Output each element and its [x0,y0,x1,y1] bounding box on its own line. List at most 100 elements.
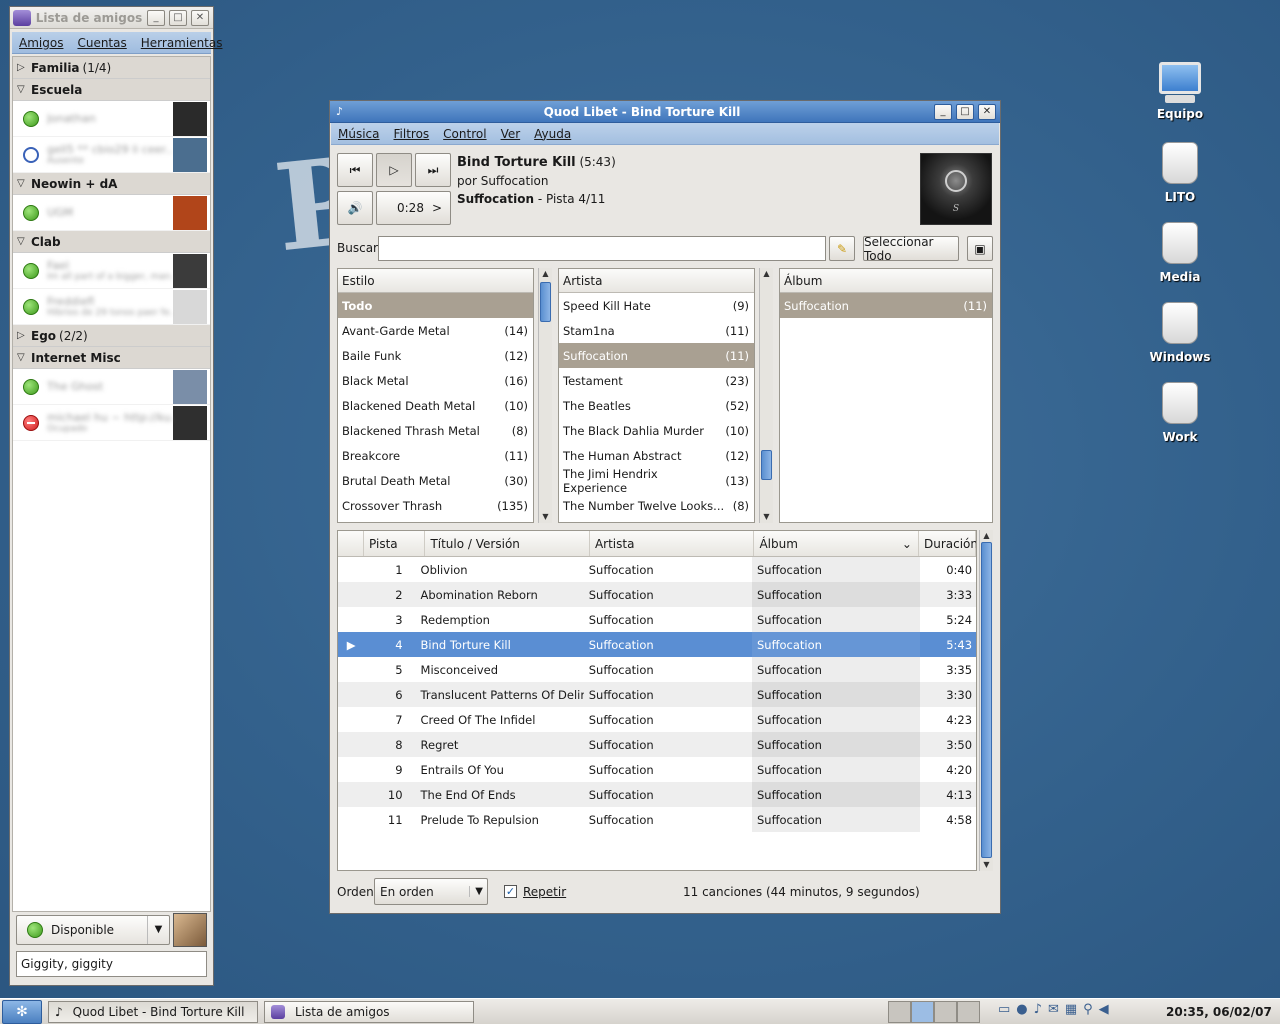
column-header[interactable]: Pista [364,531,426,556]
buddy-list-titlebar[interactable]: Lista de amigos _ □ ✕ [10,7,213,29]
scroll-thumb[interactable] [761,450,772,480]
expander-open-icon[interactable]: ▽ [17,84,31,95]
desktop-icon-lito[interactable]: LITO [1145,142,1215,204]
song-row[interactable]: 5 Misconceived Suffocation Suffocation 3:35 [338,657,976,682]
own-avatar[interactable] [173,913,207,947]
volume-icon[interactable]: ◀ [1099,1002,1109,1017]
group-header[interactable]: ▽ Clab [13,231,210,253]
search-icon[interactable]: ⚲ [1083,1002,1093,1017]
play-button[interactable]: ▷ [376,153,412,187]
scroll-up-icon[interactable]: ▲ [539,268,552,280]
desktop-icon-windows[interactable]: Windows [1145,302,1215,364]
buddy-item[interactable]: gell5 ** cbio29 li ceer... Ausente [13,137,210,173]
minimize-button[interactable]: _ [147,9,165,26]
order-select[interactable]: En orden ▼ [374,878,488,905]
genre-item[interactable]: Blackened Death Metal (10) [338,393,533,418]
scroll-down-icon[interactable]: ▼ [760,511,773,523]
menu-item[interactable]: Control [436,127,493,141]
group-header[interactable]: ▽ Neowin + dA [13,173,210,195]
scroll-up-icon[interactable]: ▲ [760,268,773,280]
column-header[interactable]: Artista [590,531,755,556]
expander-open-icon[interactable]: ▽ [17,236,31,247]
clear-search-button[interactable]: ✎ [829,236,855,261]
group-header[interactable]: ▽ Internet Misc [13,347,210,369]
task-buddy-list[interactable]: Lista de amigos [264,1000,474,1023]
minimize-button[interactable]: _ [934,103,952,120]
song-row[interactable]: 11 Prelude To Repulsion Suffocation Suffoca… [338,807,976,832]
maximize-button[interactable]: □ [956,103,974,120]
close-button[interactable]: ✕ [978,103,996,120]
song-row[interactable]: 9 Entrails Of You Suffocation Suffocation 4:… [338,757,976,782]
column-header[interactable]: Duración [919,531,976,556]
search-input[interactable] [378,236,826,261]
song-row[interactable]: 3 Redemption Suffocation Suffocation 5:24 [338,607,976,632]
artist-item[interactable]: Suffocation (11) [559,343,754,368]
artist-item[interactable]: The Jimi Hendrix Experience (13) [559,467,754,495]
genre-header[interactable]: Estilo [338,269,533,293]
desktop-icon-equipo[interactable]: Equipo [1145,62,1215,121]
genre-item[interactable]: Crossover Thrash (135) [338,493,533,518]
genre-item[interactable]: Baile Funk (12) [338,343,533,368]
scroll-down-icon[interactable]: ▼ [539,511,552,523]
workspace-3[interactable] [934,1001,957,1023]
music-icon[interactable]: ♪ [1034,1002,1042,1017]
desktop-icon-work[interactable]: Work [1145,382,1215,444]
buddy-item[interactable]: michael hu ~ http://ku... Ocupado [13,405,210,441]
genre-item[interactable]: Avant-Garde Metal (14) [338,318,533,343]
album-cover[interactable]: S [920,153,992,225]
genre-item[interactable]: Blackened Thrash Metal (8) [338,418,533,443]
column-header[interactable]: Título / Versión [425,531,590,556]
menu-item[interactable]: Ver [494,127,528,141]
song-row[interactable]: 10 The End Of Ends Suffocation Suffocation 4… [338,782,976,807]
genre-item[interactable]: Breakcore (11) [338,443,533,468]
buddy-item[interactable]: Jonathan [13,101,210,137]
main-menu-button[interactable]: ✻ [2,999,42,1024]
expander-closed-icon[interactable]: ▷ [17,62,31,73]
menu-item[interactable]: Ayuda [527,127,578,141]
scroll-up-icon[interactable]: ▲ [980,530,993,542]
scroll-thumb[interactable] [540,282,551,322]
buddy-item[interactable]: UGM [13,195,210,231]
song-scrollbar[interactable]: ▲ ▼ [979,530,993,871]
artist-item[interactable]: Stam1na (11) [559,318,754,343]
repeat-checkbox[interactable]: ✓ [504,885,517,898]
seek-button[interactable]: 0:28 > [376,191,451,225]
genre-item[interactable]: Black Metal (16) [338,368,533,393]
artist-item[interactable]: The Black Dahlia Murder (10) [559,418,754,443]
repeat-label[interactable]: Repetir [523,885,566,899]
group-header[interactable]: ▷ Ego (2/2) [13,325,210,347]
artist-item[interactable]: The Beatles (52) [559,393,754,418]
expander-open-icon[interactable]: ▽ [17,178,31,189]
chevron-down-icon[interactable]: ▼ [147,916,169,944]
workspace-2[interactable] [911,1001,934,1023]
maximize-button[interactable]: □ [169,9,187,26]
genre-scrollbar[interactable]: ▲ ▼ [538,268,552,523]
genre-item[interactable]: Brutal Death Metal (30) [338,468,533,493]
artist-item[interactable]: Testament (23) [559,368,754,393]
artist-item[interactable]: The Human Abstract (12) [559,443,754,468]
menu-amigos[interactable]: Amigos [12,36,70,50]
volume-button[interactable]: 🔊 [337,191,373,225]
select-all-button[interactable]: Seleccionar Todo [863,235,959,263]
group-header[interactable]: ▷ Familia (1/4) [13,57,210,79]
group-header[interactable]: ▽ Escuela [13,79,210,101]
expander-closed-icon[interactable]: ▷ [17,330,31,341]
previous-button[interactable]: ⏮ [337,153,373,187]
buddy-item[interactable]: Fael Im all part of a bigger, man... [13,253,210,289]
close-button[interactable]: ✕ [191,9,209,26]
next-button[interactable]: ⏭ [415,153,451,187]
buddy-item[interactable]: The Ghost [13,369,210,405]
workspace-4[interactable] [957,1001,980,1023]
song-row[interactable]: 6 Translucent Patterns Of Delir... Suffoca… [338,682,976,707]
quodlibet-titlebar[interactable]: ♪ Quod Libet - Bind Torture Kill _ □ ✕ [330,101,1000,123]
column-header[interactable]: Álbum ⌄ [754,531,919,556]
song-row[interactable]: ▶ 4 Bind Torture Kill Suffocation Suffocatio… [338,632,976,657]
song-row[interactable]: 2 Abomination Reborn Suffocation Suffocatio… [338,582,976,607]
desktop-icon-media[interactable]: Media [1145,222,1215,284]
menu-item[interactable]: Filtros [387,127,437,141]
mail-icon[interactable]: ✉ [1048,1002,1059,1017]
song-row[interactable]: 8 Regret Suffocation Suffocation 3:50 [338,732,976,757]
genre-all-item[interactable]: Todo [338,293,533,318]
chat-icon[interactable]: ▭ [998,1002,1010,1017]
status-message-input[interactable]: Giggity, giggity [16,951,207,977]
